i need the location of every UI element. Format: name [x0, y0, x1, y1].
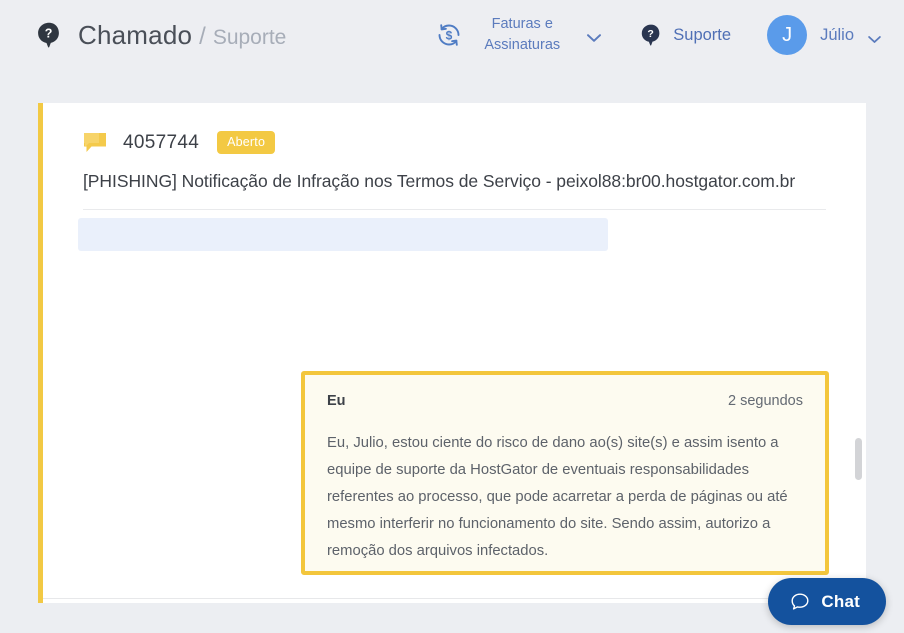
ticket-subject: [PHISHING] Notificação de Infração nos T…: [83, 171, 796, 191]
chevron-down-icon[interactable]: [867, 31, 882, 43]
breadcrumb-sub: Suporte: [212, 25, 287, 49]
nav-item-faturas-assinaturas[interactable]: $ Faturas e Assinaturas: [434, 14, 602, 56]
nav-item-faturas-label: Faturas e Assinaturas: [484, 15, 561, 53]
thread-scrollbar[interactable]: [855, 243, 862, 563]
dollar-refresh-icon: $: [434, 20, 464, 50]
chat-widget-label: Chat: [821, 591, 860, 611]
header-nav: $ Faturas e Assinaturas ? Suporte J Júli…: [434, 14, 882, 56]
message-author: Eu: [327, 393, 346, 409]
user-name-label: Júlio: [820, 25, 854, 44]
ticket-header: 4057744 Aberto [PHISHING] Notificação de…: [43, 103, 866, 192]
svg-text:?: ?: [45, 27, 53, 41]
breadcrumb: ? Chamado / Suporte: [36, 20, 286, 51]
nav-item-suporte-label: Suporte: [673, 25, 732, 44]
thread-scrollbar-thumb[interactable]: [855, 438, 862, 480]
chat-bubble-outline-icon: [790, 592, 810, 612]
chat-bubble-icon: [83, 132, 107, 154]
ticket-number: 4057744: [123, 131, 200, 153]
composer-divider: [43, 598, 866, 599]
nav-item-suporte[interactable]: ? Suporte: [640, 24, 731, 46]
help-pin-icon: ?: [640, 24, 662, 46]
breadcrumb-separator: /: [199, 22, 206, 50]
message-header-row: Eu 2 segundos: [327, 393, 803, 409]
status-badge: Aberto: [217, 131, 276, 154]
message-placeholder-bubble: [78, 218, 608, 251]
svg-text:?: ?: [648, 28, 654, 40]
avatar: J: [767, 15, 808, 55]
message-timestamp: 2 segundos: [728, 393, 803, 409]
svg-text:$: $: [446, 28, 453, 42]
message-thread: Eu 2 segundos Eu, Julio, estou ciente do…: [43, 210, 866, 599]
message-item-own: Eu 2 segundos Eu, Julio, estou ciente do…: [301, 371, 829, 575]
chat-widget-button[interactable]: Chat: [768, 578, 886, 625]
ticket-card: 4057744 Aberto [PHISHING] Notificação de…: [38, 103, 866, 603]
message-body: Eu, Julio, estou ciente do risco de dano…: [327, 435, 788, 559]
user-menu[interactable]: J Júlio: [767, 15, 882, 55]
chevron-down-icon[interactable]: [586, 30, 602, 42]
help-pin-icon: ?: [36, 22, 62, 48]
breadcrumb-main[interactable]: Chamado: [78, 20, 192, 51]
ticket-meta-row: 4057744 Aberto: [83, 131, 866, 154]
top-header-bar: ? Chamado / Suporte $ Faturas e Assinatu…: [0, 0, 904, 70]
